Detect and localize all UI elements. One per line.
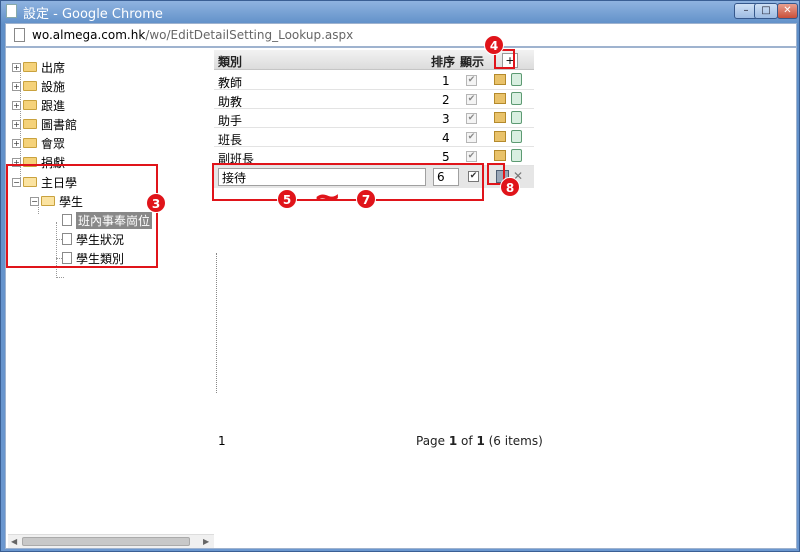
folder-icon — [23, 81, 37, 91]
annotation-badge: 5 — [277, 189, 297, 209]
show-checkbox: ✔ — [466, 151, 477, 162]
folder-icon — [23, 100, 37, 110]
maximize-button[interactable]: □ — [754, 3, 778, 19]
window-title: 設定 - Google Chrome — [23, 7, 163, 22]
document-icon — [14, 28, 25, 42]
scroll-thumb[interactable] — [22, 537, 190, 546]
page-content: + 出席 + 設施 + 跟進 + 圖書館 + 會眾 + 捐獻 − 主日學 − 學生 — [5, 47, 797, 549]
grid-header: 類別 排序 顯示 + — [214, 50, 534, 70]
cell-order: 1 — [442, 74, 450, 88]
delete-icon[interactable] — [511, 130, 522, 143]
annotation-badge: 7 — [356, 189, 376, 209]
page-icon — [6, 4, 17, 18]
scroll-right-icon[interactable]: ▶ — [203, 537, 209, 546]
edit-icon[interactable] — [494, 112, 506, 123]
tree-item-facilities[interactable]: + 設施 — [12, 77, 65, 95]
show-checkbox: ✔ — [466, 94, 477, 105]
annotation-badge: 3 — [146, 193, 166, 213]
expand-icon[interactable]: + — [12, 100, 21, 110]
tree-item-label: 會眾 — [41, 136, 66, 151]
folder-icon — [23, 62, 37, 72]
header-category[interactable]: 類別 — [218, 53, 242, 70]
show-checkbox: ✔ — [466, 75, 477, 86]
cell-category: 教師 — [218, 76, 243, 90]
annotation-box-edit-row — [212, 163, 484, 201]
folder-icon — [23, 119, 37, 129]
annotation-box-tree — [6, 164, 158, 268]
tree-item-label: 跟進 — [41, 98, 66, 113]
pager-current: 1 — [448, 434, 458, 448]
tree-item-label: 出席 — [41, 60, 66, 75]
scroll-left-icon[interactable]: ◀ — [11, 537, 17, 546]
tree-item-label: 圖書館 — [41, 117, 78, 132]
header-show[interactable]: 顯示 — [460, 53, 484, 70]
address-bar[interactable]: wo.almega.com.hk/wo/EditDetailSetting_Lo… — [5, 23, 797, 47]
table-row: 助手 3 ✔ — [214, 109, 534, 128]
delete-icon[interactable] — [511, 149, 522, 162]
table-row: 教師 1 ✔ — [214, 71, 534, 90]
edit-icon[interactable] — [494, 74, 506, 85]
pager-page-link[interactable]: 1 — [218, 434, 226, 448]
show-checkbox: ✔ — [466, 113, 477, 124]
pager-info: Page 1 of 1 (6 items) — [416, 434, 543, 448]
delete-icon[interactable] — [511, 92, 522, 105]
pager-prefix: Page — [416, 434, 449, 448]
browser-window: 設定 - Google Chrome – □ ✕ wo.almega.com.h… — [0, 0, 800, 552]
tree-connector — [56, 277, 64, 278]
edit-icon[interactable] — [494, 150, 506, 161]
pane-splitter[interactable] — [216, 253, 217, 393]
cell-order: 3 — [442, 112, 450, 126]
expand-icon[interactable]: + — [12, 62, 21, 72]
cell-order: 5 — [442, 150, 450, 164]
tree-item-library[interactable]: + 圖書館 — [12, 115, 77, 133]
delete-icon[interactable] — [511, 73, 522, 86]
title-bar: 設定 - Google Chrome – □ ✕ — [1, 1, 799, 22]
cell-order: 2 — [442, 93, 450, 107]
annotation-range-symbol: ~ — [313, 177, 342, 217]
expand-icon[interactable]: + — [12, 81, 21, 91]
annotation-badge: 8 — [500, 177, 520, 197]
horizontal-scrollbar[interactable]: ◀ ▶ — [8, 534, 214, 548]
show-checkbox: ✔ — [466, 132, 477, 143]
cell-category: 助手 — [218, 114, 243, 128]
pager-of: of — [457, 434, 477, 448]
cell-category: 助教 — [218, 95, 243, 109]
url-host: wo.almega.com.hk — [32, 28, 146, 42]
url-path: /wo/EditDetailSetting_Lookup.aspx — [145, 28, 354, 42]
folder-icon — [23, 138, 37, 148]
cell-category: 班長 — [218, 133, 243, 147]
edit-icon[interactable] — [494, 131, 506, 142]
edit-icon[interactable] — [494, 93, 506, 104]
expand-icon[interactable]: + — [12, 119, 21, 129]
pager-total: 1 — [476, 434, 485, 448]
annotation-badge: 4 — [484, 35, 504, 55]
pager-suffix: (6 items) — [484, 434, 543, 448]
delete-icon[interactable] — [511, 111, 522, 124]
tree-item-attendance[interactable]: + 出席 — [12, 58, 65, 76]
expand-icon[interactable]: + — [12, 138, 21, 148]
tree-item-congregation[interactable]: + 會眾 — [12, 134, 65, 152]
url-text: wo.almega.com.hk/wo/EditDetailSetting_Lo… — [32, 28, 353, 42]
tree-item-followup[interactable]: + 跟進 — [12, 96, 65, 114]
table-row: 助教 2 ✔ — [214, 90, 534, 109]
table-row: 班長 4 ✔ — [214, 128, 534, 147]
tree-item-label: 設施 — [41, 79, 66, 94]
cell-order: 4 — [442, 131, 450, 145]
close-button[interactable]: ✕ — [777, 3, 798, 19]
header-order[interactable]: 排序 — [431, 53, 455, 70]
